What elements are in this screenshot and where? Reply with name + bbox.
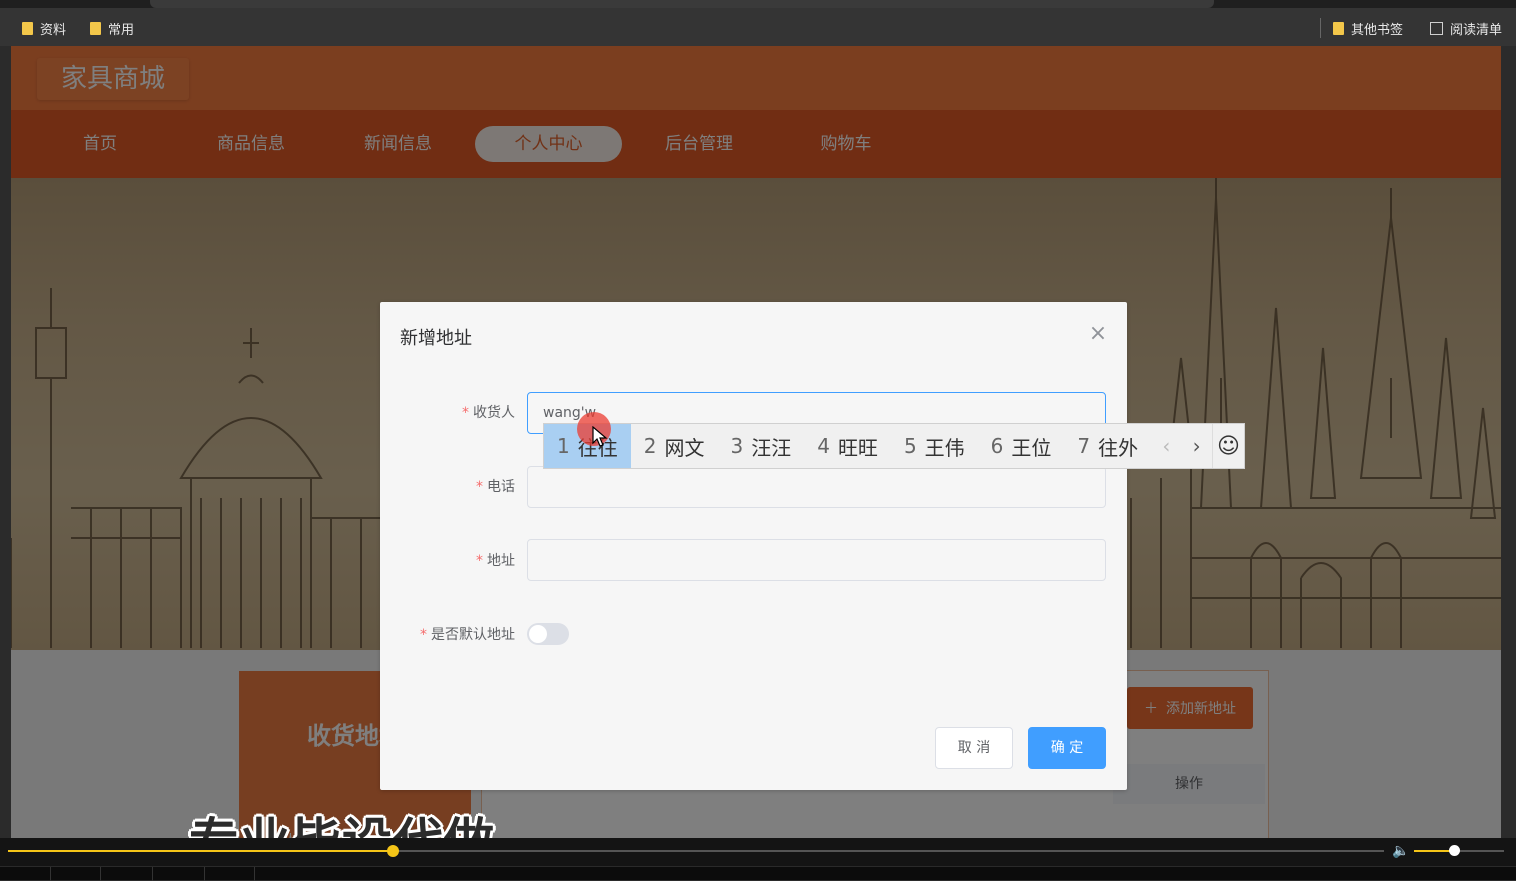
cancel-button[interactable]: 取 消 — [935, 727, 1013, 769]
seek-handle[interactable] — [387, 845, 400, 857]
default-address-label: * 是否默认地址 — [420, 624, 515, 644]
default-address-switch[interactable] — [527, 623, 569, 645]
candidate-number: 7 — [1077, 434, 1091, 458]
mouse-cursor-icon — [592, 426, 608, 447]
candidate-number: 1 — [557, 434, 570, 458]
candidate-number: 4 — [817, 434, 830, 458]
address-input[interactable] — [527, 539, 1106, 581]
candidate-number: 3 — [730, 434, 744, 458]
bookmark-changyong[interactable]: 常用 — [90, 19, 134, 38]
divider — [50, 867, 51, 881]
ime-candidate-2[interactable]: 2 网文 — [631, 424, 718, 468]
seek-progress — [8, 850, 394, 852]
bookmark-ziliao[interactable]: 资料 — [22, 19, 66, 38]
browser-tabstrip — [0, 0, 1516, 8]
divider — [204, 867, 205, 881]
bookmarks-bar: 资料 常用 其他书签 阅读清单 — [0, 8, 1516, 46]
ime-candidate-4[interactable]: 4 旺旺 — [804, 424, 891, 468]
ime-candidate-5[interactable]: 5 王伟 — [891, 424, 978, 468]
confirm-button[interactable]: 确 定 — [1028, 727, 1106, 769]
candidate-text: 王伟 — [924, 435, 965, 460]
default-address-label-text: 是否默认地址 — [431, 627, 515, 643]
address-bar[interactable] — [150, 0, 1214, 8]
volume-level — [1414, 850, 1454, 852]
chevron-left-icon[interactable]: ‹ — [1151, 424, 1181, 468]
required-mark: * — [420, 627, 427, 643]
bookmark-label: 资料 — [40, 23, 67, 38]
candidate-text: 王位 — [1011, 435, 1052, 460]
address-label: * 地址 — [476, 550, 515, 570]
bookmark-other[interactable]: 其他书签 — [1333, 19, 1403, 38]
candidate-text: 旺旺 — [837, 435, 878, 460]
ime-candidate-6[interactable]: 6 王位 — [978, 424, 1065, 468]
player-controls-row — [0, 866, 1516, 881]
phone-input[interactable] — [527, 466, 1106, 508]
switch-knob — [529, 625, 547, 643]
ime-candidate-7[interactable]: 7 往外 — [1064, 424, 1151, 468]
divider — [254, 867, 255, 881]
smiley-icon[interactable]: ☺ — [1211, 424, 1244, 468]
candidate-text: 汪汪 — [751, 435, 792, 460]
phone-label: * 电话 — [476, 476, 515, 496]
divider — [152, 867, 153, 881]
folder-icon — [90, 22, 101, 35]
required-mark: * — [462, 405, 469, 421]
candidate-number: 6 — [990, 434, 1004, 458]
add-address-dialog: 新增地址 × *收货人 *电话 *地址 *是否默认地址 取 消 确 定 — [380, 302, 1127, 790]
volume-icon[interactable]: 🔈 — [1392, 843, 1409, 859]
chevron-right-icon[interactable]: › — [1182, 424, 1212, 468]
bookmark-label: 常用 — [108, 23, 135, 38]
bookmark-reading-list[interactable]: 阅读清单 — [1430, 19, 1502, 38]
address-label-text: 地址 — [487, 553, 515, 569]
dialog-title: 新增地址 — [400, 328, 472, 349]
bookmark-label: 阅读清单 — [1450, 23, 1503, 38]
ime-candidate-3[interactable]: 3 汪汪 — [717, 424, 804, 468]
candidate-number: 2 — [643, 434, 657, 458]
divider — [100, 867, 101, 881]
receiver-label-text: 收货人 — [473, 405, 515, 421]
bookmark-divider — [1320, 18, 1321, 38]
required-mark: * — [476, 553, 483, 569]
ime-candidate-bar: 1 往往 2 网文 3 汪汪 4 旺旺 5 王伟 6 王位 7 往外 ‹ › ☺ — [543, 423, 1245, 469]
folder-icon — [22, 22, 33, 35]
close-icon[interactable]: × — [1086, 322, 1110, 346]
folder-icon — [1333, 22, 1344, 35]
receiver-label: * 收货人 — [462, 402, 515, 422]
candidate-text: 网文 — [664, 435, 705, 460]
required-mark: * — [476, 479, 483, 495]
candidate-text: 往外 — [1098, 435, 1139, 460]
volume-handle[interactable] — [1448, 845, 1460, 856]
candidate-number: 5 — [903, 434, 917, 458]
reading-list-icon — [1430, 22, 1443, 35]
bookmark-label: 其他书签 — [1351, 23, 1404, 38]
phone-label-text: 电话 — [487, 479, 515, 495]
watermark-text: 专业毕设代做 — [189, 802, 495, 838]
